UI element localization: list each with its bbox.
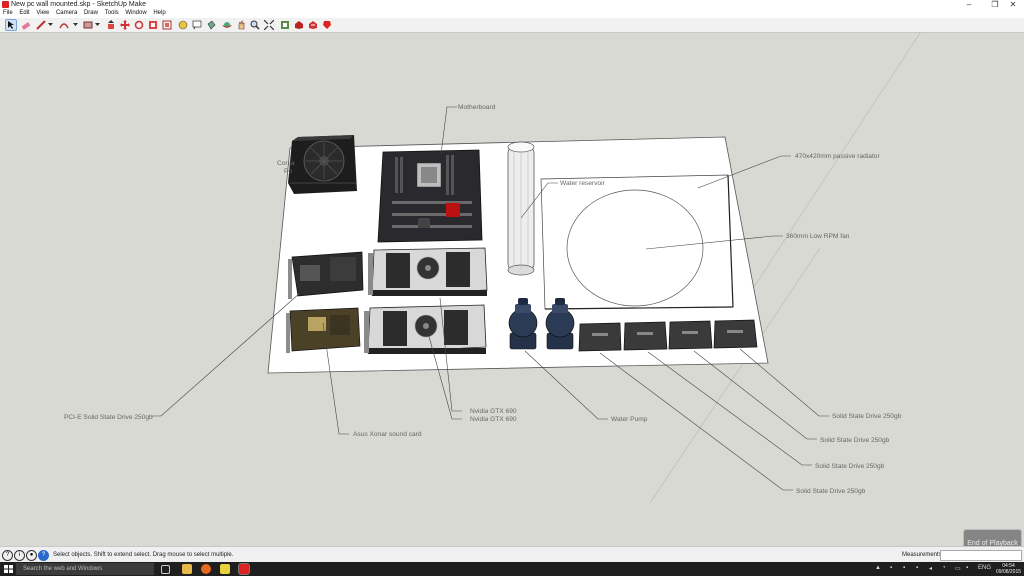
label-sound-card: Asus Xonar sound card [353, 431, 422, 438]
pan-icon[interactable] [235, 19, 246, 30]
tray-wifi-icon[interactable]: ◔ [942, 565, 946, 571]
model-viewport[interactable]: Motherboard 470x420mm passive radiator W… [0, 32, 1024, 546]
clock-date: 09/08/2015 [996, 569, 1022, 575]
power-supply [288, 135, 357, 194]
title-bar: New pc wall mounted.skp - SketchUp Make … [0, 0, 1024, 9]
label-radiator: 470x420mm passive radiator [795, 153, 880, 160]
taskbar-clock[interactable]: 04:54 09/08/2015 [996, 563, 1021, 575]
ssd-1 [578, 322, 622, 352]
offset-icon[interactable] [161, 19, 172, 30]
rectangle-dropdown-icon[interactable] [92, 19, 103, 30]
tray-app-icon-2[interactable]: ▪ [916, 565, 918, 571]
tray-app-icon-1[interactable]: ▪ [903, 565, 905, 571]
help-icon[interactable]: ? [38, 550, 49, 561]
warehouse-icon[interactable] [279, 19, 290, 30]
move-icon[interactable] [119, 19, 130, 30]
tray-chevron-icon[interactable]: ▲ [875, 565, 881, 571]
firefox-icon[interactable] [201, 564, 211, 574]
ssd-4 [713, 319, 758, 349]
orbit-icon[interactable] [221, 19, 232, 30]
taskbar-search-input[interactable]: Search the web and Windows [16, 563, 154, 575]
geo-location-icon[interactable]: ? [2, 550, 13, 561]
gpu-1 [368, 247, 488, 296]
gpu-2 [364, 304, 487, 354]
paint-bucket-icon[interactable] [205, 19, 216, 30]
measurements-label: Measurements [902, 552, 942, 558]
task-view-icon[interactable] [161, 565, 170, 574]
label-ssd-3: Solid State Drive 250gb [815, 463, 885, 470]
scale-icon[interactable] [147, 19, 158, 30]
zoom-icon[interactable] [249, 19, 260, 30]
menu-help[interactable]: Help [153, 9, 165, 18]
minimize-button[interactable]: – [958, 0, 980, 9]
label-pcie-ssd: PCI-E Solid State Drive 250gb [64, 414, 153, 421]
menu-draw[interactable]: Draw [84, 9, 98, 18]
label-ssd-2: Solid State Drive 250gb [820, 437, 890, 444]
ruby-icon[interactable] [321, 19, 332, 30]
menu-tools[interactable]: Tools [105, 9, 119, 18]
tray-network-icon[interactable]: ▪ [890, 565, 892, 571]
user-icon[interactable]: ● [26, 550, 37, 561]
file-explorer-icon[interactable] [182, 564, 192, 574]
measurements-input[interactable] [940, 550, 1022, 561]
label-reservoir: Water reservoir [560, 180, 606, 187]
tray-battery-icon[interactable]: ▭ [955, 565, 961, 572]
menu-window[interactable]: Window [125, 9, 146, 18]
text-icon[interactable] [191, 19, 202, 30]
pencil-dropdown-icon[interactable] [45, 19, 56, 30]
label-gpu-1: Nvidia GTX 690 [470, 408, 517, 415]
tray-notify-icon[interactable]: ▪ [966, 565, 968, 571]
label-pump: Water Pump [611, 416, 648, 423]
sketchup-app-icon [2, 1, 9, 8]
share-icon[interactable] [307, 19, 318, 30]
windows-start-icon[interactable] [4, 565, 13, 573]
push-pull-icon[interactable] [105, 19, 116, 30]
menu-view[interactable]: View [36, 9, 49, 18]
taskbar: Search the web and Windows ▲ ▪ ▪ ▪ ◂ ◔ ▭… [0, 562, 1024, 576]
tray-volume-icon[interactable]: ◂ [929, 565, 932, 572]
arc-icon[interactable] [58, 19, 69, 30]
label-fan: 360mm Low RPM fan [786, 233, 850, 240]
menu-camera[interactable]: Camera [56, 9, 77, 18]
sound-card [286, 307, 361, 353]
credits-icon[interactable]: i [14, 550, 25, 561]
ssd-2 [623, 321, 668, 351]
status-bar: ? i ● ? Select objects. Shift to extend … [0, 546, 1024, 563]
label-ssd-1: Solid State Drive 250gb [832, 413, 902, 420]
status-message: Select objects. Shift to extend select. … [53, 552, 234, 558]
eraser-icon[interactable] [20, 19, 31, 30]
label-psu-1: Corsa [277, 160, 295, 167]
sketchup-taskbar-icon[interactable] [238, 563, 250, 575]
window-title: New pc wall mounted.skp - SketchUp Make [11, 1, 146, 8]
ssd-3 [668, 320, 713, 350]
tray-language[interactable]: ENG [978, 565, 991, 571]
rotate-icon[interactable] [133, 19, 144, 30]
menu-file[interactable]: File [3, 9, 13, 18]
label-ssd-4: Solid State Drive 250gb [796, 488, 866, 495]
arc-dropdown-icon[interactable] [70, 19, 81, 30]
tape-measure-icon[interactable] [177, 19, 188, 30]
label-psu-2: Po [284, 168, 292, 175]
zoom-extents-icon[interactable] [263, 19, 274, 30]
label-motherboard: Motherboard [458, 104, 496, 111]
water-reservoir [507, 141, 535, 276]
close-button[interactable]: ✕ [1002, 0, 1024, 9]
menu-bar: File Edit View Camera Draw Tools Window … [0, 9, 1024, 18]
toolbar [0, 18, 1024, 33]
select-icon[interactable] [5, 19, 17, 31]
extension-icon[interactable] [293, 19, 304, 30]
motherboard [377, 149, 483, 243]
app-icon-1[interactable] [220, 564, 230, 574]
label-gpu-2: Nvidia GTX 690 [470, 416, 517, 423]
menu-edit[interactable]: Edit [19, 9, 29, 18]
scene-svg: Motherboard 470x420mm passive radiator W… [64, 32, 921, 504]
